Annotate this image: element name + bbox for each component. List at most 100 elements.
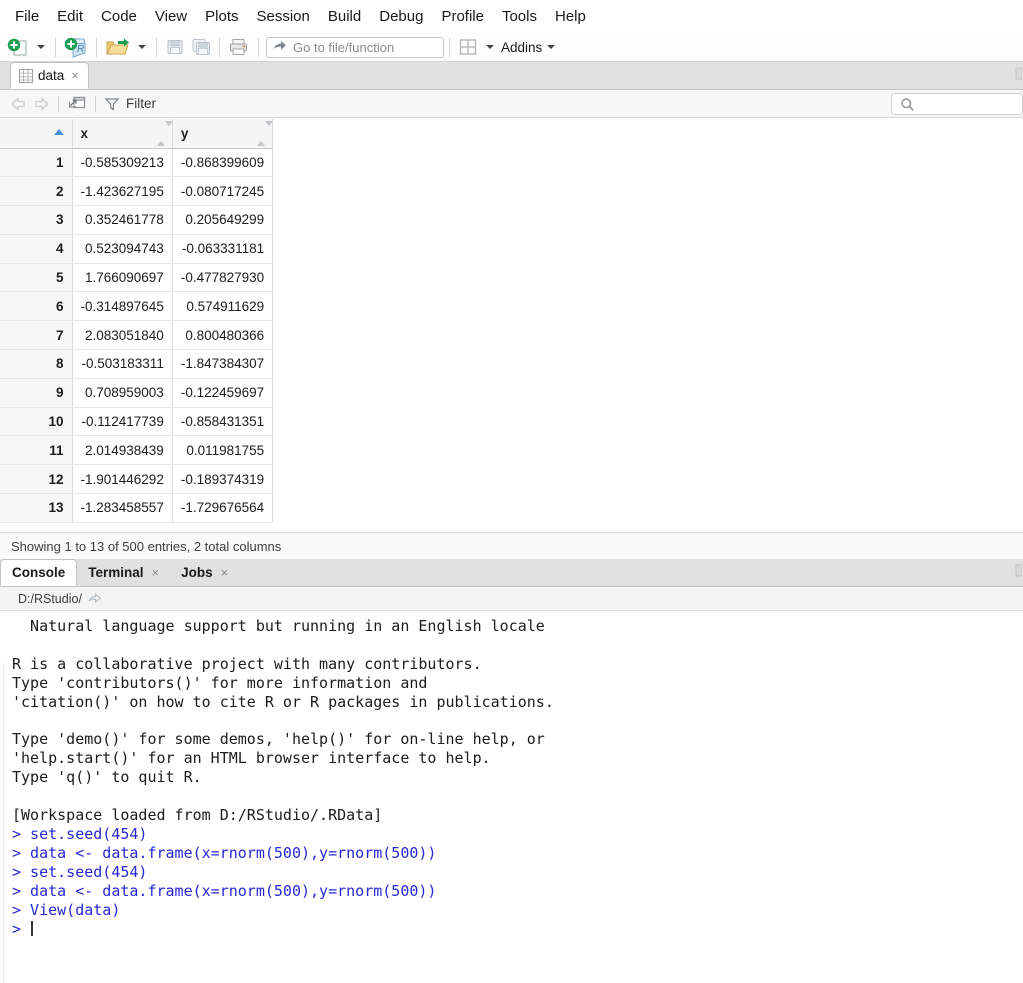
cell-y: -0.122459697 [172,378,274,408]
table-row[interactable]: 5 1.766090697 -0.477827930 [0,263,274,293]
open-file-dropdown-caret[interactable] [138,45,146,49]
new-file-dropdown-caret[interactable] [37,45,45,49]
table-row[interactable]: 10 -0.112417739 -0.858431351 [0,407,274,437]
save-all-button[interactable] [188,35,214,60]
data-table-body: 1 -0.585309213 -0.868399609 2 -1.423627195 -0… [0,148,274,523]
console-cursor [31,920,34,936]
column-header-y[interactable]: y [172,119,274,149]
addins-label[interactable]: Addins [501,40,542,55]
save-button[interactable] [162,35,188,60]
console-path-text: D:/RStudio/ [18,591,82,606]
workspace-panes-button[interactable] [455,35,481,60]
data-grid[interactable]: x y 1 -0.585309213 -0.868399609 2 -1.4236271… [0,119,1023,532]
cell-y: 0.011981755 [172,435,274,466]
column-header-rownum[interactable] [0,119,73,149]
data-grid-toolbar: Filter [0,90,1023,118]
close-icon-jobs[interactable]: × [221,565,229,580]
data-viewer-pane: data × Filter x y 1 -0.585309213 -0.8683… [0,62,1023,559]
goto-file-function-input[interactable]: Go to file/function [266,36,444,58]
table-row[interactable]: 7 2.083051840 0.800480366 [0,320,274,351]
menu-bar: File Edit Code View Plots Session Build … [0,0,1023,33]
table-row[interactable]: 9 0.708959003 -0.122459697 [0,378,274,408]
menu-item-tools[interactable]: Tools [493,4,546,29]
table-row[interactable]: 13 -1.283458557 -1.729676564 [0,493,274,523]
cell-y: -0.063331181 [172,234,274,264]
toolbar-separator-5 [258,37,259,57]
maximize-pane-icon[interactable] [1010,66,1023,85]
search-input[interactable] [891,93,1023,115]
table-row[interactable]: 2 -1.423627195 -0.080717245 [0,176,274,207]
console-pane: Console Terminal × Jobs × D:/RStudio/ Na… [0,559,1023,983]
show-in-new-window-icon[interactable] [67,95,87,113]
table-row[interactable]: 6 -0.314897645 0.574911629 [0,291,274,322]
filter-label[interactable]: Filter [126,96,156,111]
menu-item-build[interactable]: Build [319,4,370,29]
menu-item-session[interactable]: Session [248,4,319,29]
tab-jobs[interactable]: Jobs × [170,559,239,586]
sort-ascending-icon [53,129,64,135]
search-icon [901,97,914,111]
panes-icon [459,39,477,55]
new-project-button[interactable]: R [61,35,91,60]
cell-x: -0.585309213 [72,148,173,178]
cell-x: -1.283458557 [72,493,173,523]
panes-dropdown-caret[interactable] [486,45,494,49]
table-row[interactable]: 4 0.523094743 -0.063331181 [0,234,274,264]
forward-arrow-icon[interactable] [30,96,50,112]
grid-status-bar: Showing 1 to 13 of 500 entries, 2 total … [0,532,1023,559]
row-number: 3 [0,205,73,235]
tab-terminal[interactable]: Terminal × [77,559,170,586]
row-number: 10 [0,407,73,437]
menu-item-plots[interactable]: Plots [196,4,247,29]
close-icon[interactable]: × [71,69,79,82]
data-table: x y 1 -0.585309213 -0.868399609 2 -1.4236271… [0,119,274,523]
row-number: 1 [0,148,73,178]
cell-x: -1.423627195 [72,176,173,207]
table-row[interactable]: 1 -0.585309213 -0.868399609 [0,148,274,178]
addins-dropdown-caret[interactable] [547,45,556,49]
menu-item-file[interactable]: File [6,4,48,29]
menu-item-view[interactable]: View [146,4,196,29]
new-file-button[interactable] [4,35,32,60]
source-tabstrip: data × [0,62,1023,90]
console-output-area[interactable]: Natural language support but running in … [0,611,1023,983]
arrow-icon [273,41,286,50]
print-button[interactable] [225,35,253,60]
tab-data-label: data [38,68,65,83]
sort-toggle-icon [156,121,173,146]
menu-item-edit[interactable]: Edit [48,4,92,29]
console-working-directory: D:/RStudio/ [0,587,1023,611]
row-number: 12 [0,464,73,495]
search-field[interactable] [919,96,1011,112]
console-commands: > set.seed(454) > data <- data.frame(x=r… [12,824,437,938]
tab-data[interactable]: data × [10,62,89,89]
filter-icon[interactable] [104,96,120,112]
table-row[interactable]: 8 -0.503183311 -1.847384307 [0,349,274,379]
column-header-x[interactable]: x [72,119,173,149]
console-command-text: > set.seed(454) > data <- data.frame(x=r… [12,825,1023,938]
sort-toggle-icon-2 [257,121,274,146]
row-number: 9 [0,378,73,408]
table-row[interactable]: 12 -1.901446292 -0.189374319 [0,464,274,495]
table-row[interactable]: 11 2.014938439 0.011981755 [0,435,274,466]
menu-item-debug[interactable]: Debug [370,4,432,29]
cell-y: -1.847384307 [172,349,274,379]
back-arrow-icon[interactable] [10,96,30,112]
cell-y: 0.800480366 [172,320,274,351]
menu-item-code[interactable]: Code [92,4,146,29]
menu-item-help[interactable]: Help [546,4,595,29]
tab-console[interactable]: Console [0,559,78,586]
menu-item-profile[interactable]: Profile [432,4,493,29]
row-number: 11 [0,435,73,466]
open-file-button[interactable] [102,35,133,60]
grid-toolbar-separator [58,95,59,112]
table-row[interactable]: 3 0.352461778 0.205649299 [0,205,274,235]
table-icon [19,68,33,83]
maximize-console-icon[interactable] [1010,563,1023,582]
open-directory-icon[interactable] [88,592,102,605]
close-icon-terminal[interactable]: × [152,565,160,580]
console-output-text: Natural language support but running in … [12,617,554,825]
row-number: 6 [0,291,73,322]
cell-y: 0.574911629 [172,291,274,322]
goto-file-placeholder: Go to file/function [293,39,395,55]
